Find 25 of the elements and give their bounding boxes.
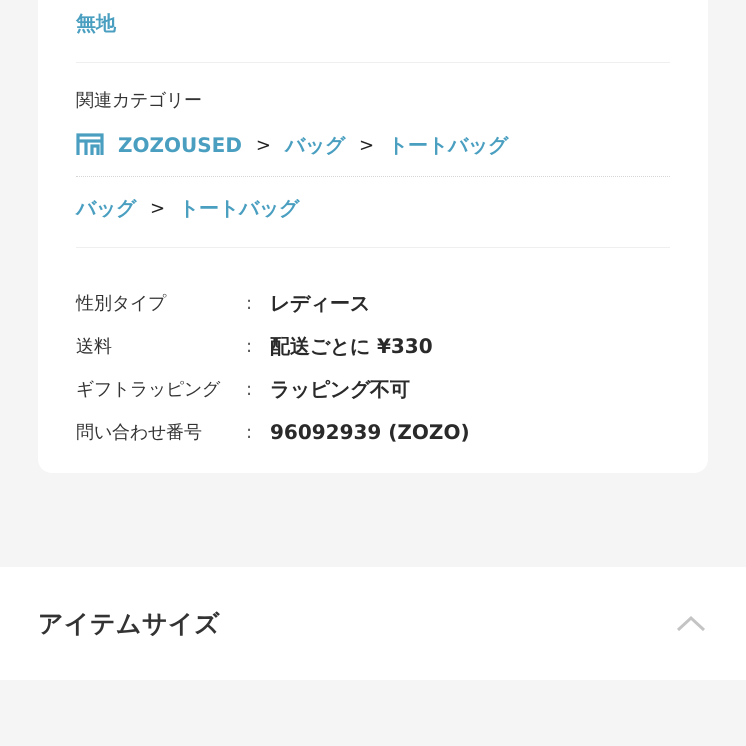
spec-value: 96092939 (ZOZO) <box>270 419 471 446</box>
spec-label: ギフトラッピング <box>76 378 222 402</box>
spec-value: 配送ごとに ¥330 <box>270 333 434 360</box>
spec-label: 性別タイプ <box>76 292 168 316</box>
breadcrumb-link[interactable]: バッグ <box>285 130 346 160</box>
spec-colon: : <box>246 292 254 316</box>
breadcrumb-link[interactable]: バッグ <box>76 193 136 223</box>
spec-colon: : <box>246 334 254 358</box>
breadcrumb-separator: > <box>359 134 374 158</box>
spec-colon: : <box>246 420 254 444</box>
spec-colon: : <box>246 378 254 402</box>
spec-label: 問い合わせ番号 <box>76 420 203 444</box>
section-title: アイテムサイズ <box>38 608 220 640</box>
breadcrumb-link[interactable]: トートバッグ <box>179 193 300 223</box>
spec-value: レディース <box>270 290 371 317</box>
spec-value: ラッピング不可 <box>270 376 411 403</box>
breadcrumb-separator: > <box>150 196 166 220</box>
breadcrumb-link[interactable]: トートバッグ <box>388 130 508 160</box>
spec-label: 送料 <box>76 334 113 358</box>
section-label: 関連カテゴリー <box>76 89 203 113</box>
breadcrumb-separator: > <box>256 134 272 158</box>
breadcrumb-link[interactable]: ZOZOUSED <box>118 130 242 160</box>
store-icon <box>76 133 104 157</box>
chevron-up-icon[interactable] <box>676 614 706 632</box>
pattern-link[interactable]: 無地 <box>76 11 116 35</box>
